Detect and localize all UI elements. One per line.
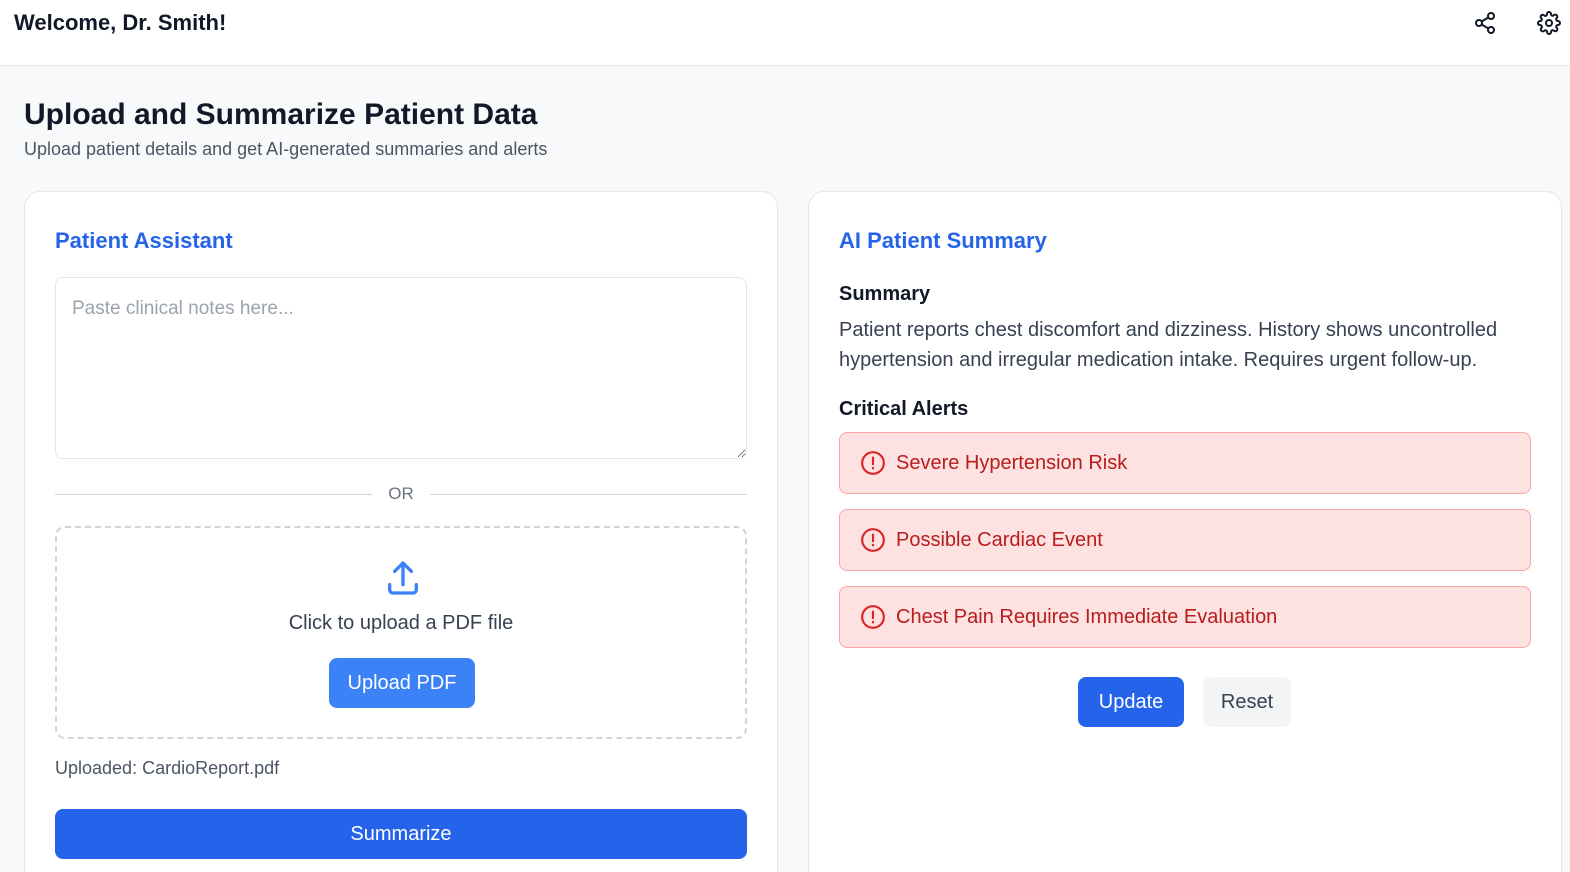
divider-line-right — [429, 493, 747, 495]
alert-item: Possible Cardiac Event — [839, 509, 1531, 571]
or-label: OR — [388, 484, 414, 503]
reset-button[interactable]: Reset — [1203, 677, 1291, 727]
alert-circle-icon — [861, 451, 885, 475]
divider-line-left — [55, 493, 373, 495]
alert-text: Chest Pain Requires Immediate Evaluation — [896, 605, 1278, 628]
welcome-message: Welcome, Dr. Smith! — [14, 10, 227, 35]
summary-text: Patient reports chest discomfort and diz… — [839, 319, 1498, 371]
top-bar: Welcome, Dr. Smith! — [0, 0, 1570, 66]
page-subtitle: Upload patient details and get AI-genera… — [24, 139, 548, 159]
patient-assistant-title: Patient Assistant — [55, 228, 233, 253]
pdf-dropzone[interactable]: Click to upload a PDF file Upload PDF — [55, 526, 747, 739]
alert-item: Chest Pain Requires Immediate Evaluation — [839, 586, 1531, 648]
page-title: Upload and Summarize Patient Data — [24, 98, 538, 131]
settings-button[interactable] — [1535, 9, 1563, 37]
uploaded-file-label: Uploaded: CardioReport.pdf — [55, 758, 280, 778]
patient-assistant-card: Patient Assistant OR Click to upload a P… — [24, 191, 778, 872]
or-divider: OR — [55, 482, 747, 506]
ai-summary-title: AI Patient Summary — [839, 228, 1047, 253]
clinical-notes-input[interactable] — [55, 277, 747, 459]
update-button[interactable]: Update — [1078, 677, 1184, 727]
summary-heading: Summary — [839, 283, 931, 305]
alert-circle-icon — [861, 528, 885, 552]
critical-alerts-heading: Critical Alerts — [839, 398, 969, 420]
upload-icon — [388, 561, 418, 595]
share-icon — [1475, 12, 1495, 34]
alert-text: Possible Cardiac Event — [896, 528, 1103, 551]
alert-circle-icon — [861, 605, 885, 629]
summarize-button[interactable]: Summarize — [55, 809, 747, 859]
alert-item: Severe Hypertension Risk — [839, 432, 1531, 494]
share-button[interactable] — [1471, 9, 1499, 37]
ai-summary-card: AI Patient Summary Summary Patient repor… — [808, 191, 1562, 872]
gear-icon — [1537, 11, 1561, 35]
upload-pdf-button[interactable]: Upload PDF — [329, 658, 475, 708]
alert-text: Severe Hypertension Risk — [896, 451, 1128, 474]
dropzone-text: Click to upload a PDF file — [288, 612, 514, 634]
